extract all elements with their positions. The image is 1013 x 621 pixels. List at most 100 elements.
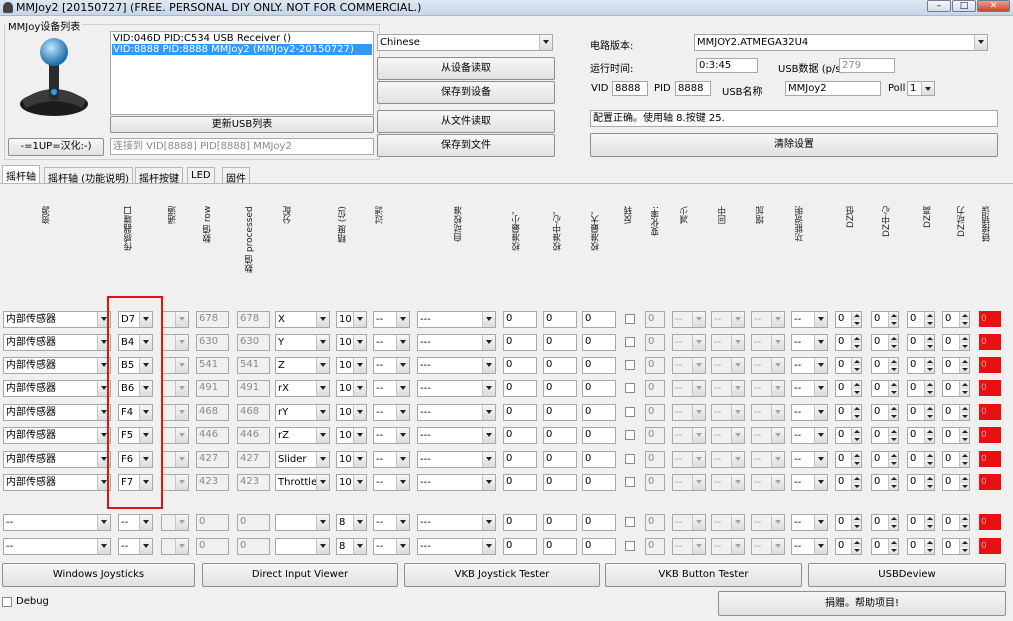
spin-down-icon[interactable] bbox=[888, 482, 898, 490]
function-select[interactable]: -- bbox=[791, 380, 828, 397]
spin-up-icon[interactable] bbox=[924, 452, 934, 460]
bits-select[interactable]: 8 bbox=[336, 538, 367, 555]
auto-calib-select[interactable]: --- bbox=[417, 380, 496, 397]
invert-checkbox[interactable] bbox=[625, 477, 635, 487]
tab-buttons[interactable]: 摇杆按键 bbox=[135, 167, 183, 185]
invert-checkbox[interactable] bbox=[625, 407, 635, 417]
source-select[interactable]: 内部传感器 bbox=[3, 380, 111, 397]
spin-up-icon[interactable] bbox=[924, 405, 934, 413]
spin-up-icon[interactable] bbox=[851, 475, 861, 483]
assign-select[interactable]: rZ bbox=[275, 427, 330, 444]
vkb-joystick-tester-button[interactable]: VKB Joystick Tester bbox=[404, 563, 600, 587]
sensor-port-select[interactable]: -- bbox=[118, 514, 153, 531]
calib-min-field[interactable]: 0 bbox=[503, 311, 537, 328]
filter-select[interactable]: -- bbox=[373, 404, 410, 421]
dz-power-spinner[interactable]: 0 bbox=[942, 404, 970, 421]
bits-select[interactable]: 10 bbox=[336, 357, 367, 374]
spin-up-icon[interactable] bbox=[888, 452, 898, 460]
assign-select[interactable]: Throttle bbox=[275, 474, 330, 491]
spin-down-icon[interactable] bbox=[888, 522, 898, 530]
dz-high-spinner[interactable]: 0 bbox=[907, 427, 935, 444]
spin-down-icon[interactable] bbox=[851, 482, 861, 490]
spin-up-icon[interactable] bbox=[959, 539, 969, 547]
filter-select[interactable]: -- bbox=[373, 474, 410, 491]
spin-down-icon[interactable] bbox=[924, 435, 934, 443]
dz-power-spinner[interactable]: 0 bbox=[942, 380, 970, 397]
language-select[interactable]: Chinese bbox=[377, 34, 553, 51]
calib-center-field[interactable]: 0 bbox=[543, 474, 577, 491]
calib-min-field[interactable]: 0 bbox=[503, 334, 537, 351]
filter-select[interactable]: -- bbox=[373, 334, 410, 351]
device-list[interactable]: VID:046D PID:C534 USB Receiver () VID:88… bbox=[110, 31, 374, 115]
dz-low-spinner[interactable]: 0 bbox=[835, 474, 862, 491]
auto-calib-select[interactable]: --- bbox=[417, 334, 496, 351]
calib-center-field[interactable]: 0 bbox=[543, 514, 577, 531]
dz-low-spinner[interactable]: 0 bbox=[835, 538, 862, 555]
language-button[interactable]: -=1UP=汉化:-) bbox=[8, 138, 104, 156]
bits-select[interactable]: 8 bbox=[336, 514, 367, 531]
dz-center-spinner[interactable]: 0 bbox=[871, 404, 899, 421]
filter-select[interactable]: -- bbox=[373, 514, 410, 531]
dz-power-spinner[interactable]: 0 bbox=[942, 334, 970, 351]
board-version-select[interactable]: MMJOY2.ATMEGA32U4 bbox=[694, 34, 988, 51]
function-select[interactable]: -- bbox=[791, 404, 828, 421]
dz-low-spinner[interactable]: 0 bbox=[835, 334, 862, 351]
spin-down-icon[interactable] bbox=[851, 546, 861, 554]
spin-down-icon[interactable] bbox=[959, 319, 969, 327]
calib-max-field[interactable]: 0 bbox=[582, 357, 616, 374]
dz-high-spinner[interactable]: 0 bbox=[907, 404, 935, 421]
bits-select[interactable]: 10 bbox=[336, 427, 367, 444]
source-select[interactable]: 内部传感器 bbox=[3, 357, 111, 374]
spin-up-icon[interactable] bbox=[888, 312, 898, 320]
assign-select[interactable]: Slider bbox=[275, 451, 330, 468]
list-item[interactable]: VID:046D PID:C534 USB Receiver () bbox=[113, 33, 291, 44]
dz-center-spinner[interactable]: 0 bbox=[871, 474, 899, 491]
calib-min-field[interactable]: 0 bbox=[503, 514, 537, 531]
calib-min-field[interactable]: 0 bbox=[503, 380, 537, 397]
spin-up-icon[interactable] bbox=[851, 381, 861, 389]
sensor-port-select[interactable]: -- bbox=[118, 538, 153, 555]
auto-calib-select[interactable]: --- bbox=[417, 427, 496, 444]
spin-down-icon[interactable] bbox=[851, 342, 861, 350]
spin-down-icon[interactable] bbox=[888, 459, 898, 467]
dz-center-spinner[interactable]: 0 bbox=[871, 451, 899, 468]
spin-down-icon[interactable] bbox=[959, 482, 969, 490]
spin-up-icon[interactable] bbox=[851, 335, 861, 343]
spin-down-icon[interactable] bbox=[851, 459, 861, 467]
dz-power-spinner[interactable]: 0 bbox=[942, 451, 970, 468]
bits-select[interactable]: 10 bbox=[336, 451, 367, 468]
spin-up-icon[interactable] bbox=[851, 428, 861, 436]
source-select[interactable]: 内部传感器 bbox=[3, 474, 111, 491]
spin-up-icon[interactable] bbox=[959, 405, 969, 413]
spin-down-icon[interactable] bbox=[888, 412, 898, 420]
calib-min-field[interactable]: 0 bbox=[503, 538, 537, 555]
calib-center-field[interactable]: 0 bbox=[543, 427, 577, 444]
source-select[interactable]: 内部传感器 bbox=[3, 451, 111, 468]
minimize-button[interactable]: – bbox=[927, 0, 951, 12]
spin-up-icon[interactable] bbox=[924, 312, 934, 320]
spin-down-icon[interactable] bbox=[924, 319, 934, 327]
calib-max-field[interactable]: 0 bbox=[582, 514, 616, 531]
save-file-button[interactable]: 保存到文件 bbox=[377, 134, 555, 157]
filter-select[interactable]: -- bbox=[373, 451, 410, 468]
assign-select[interactable]: X bbox=[275, 311, 330, 328]
spin-up-icon[interactable] bbox=[851, 405, 861, 413]
dz-power-spinner[interactable]: 0 bbox=[942, 311, 970, 328]
usb-name-field[interactable]: MMJoy2 bbox=[785, 81, 881, 96]
spin-down-icon[interactable] bbox=[959, 435, 969, 443]
dz-high-spinner[interactable]: 0 bbox=[907, 514, 935, 531]
source-select[interactable]: -- bbox=[3, 514, 111, 531]
dz-power-spinner[interactable]: 0 bbox=[942, 427, 970, 444]
tab-axes-help[interactable]: 摇杆轴 (功能说明) bbox=[44, 167, 133, 185]
calib-max-field[interactable]: 0 bbox=[582, 404, 616, 421]
assign-select[interactable]: rX bbox=[275, 380, 330, 397]
auto-calib-select[interactable]: --- bbox=[417, 311, 496, 328]
usbdeview-button[interactable]: USBDeview bbox=[808, 563, 1006, 587]
invert-checkbox[interactable] bbox=[625, 454, 635, 464]
spin-up-icon[interactable] bbox=[924, 358, 934, 366]
dz-low-spinner[interactable]: 0 bbox=[835, 404, 862, 421]
spin-up-icon[interactable] bbox=[888, 539, 898, 547]
spin-up-icon[interactable] bbox=[851, 358, 861, 366]
dz-power-spinner[interactable]: 0 bbox=[942, 474, 970, 491]
bits-select[interactable]: 10 bbox=[336, 474, 367, 491]
